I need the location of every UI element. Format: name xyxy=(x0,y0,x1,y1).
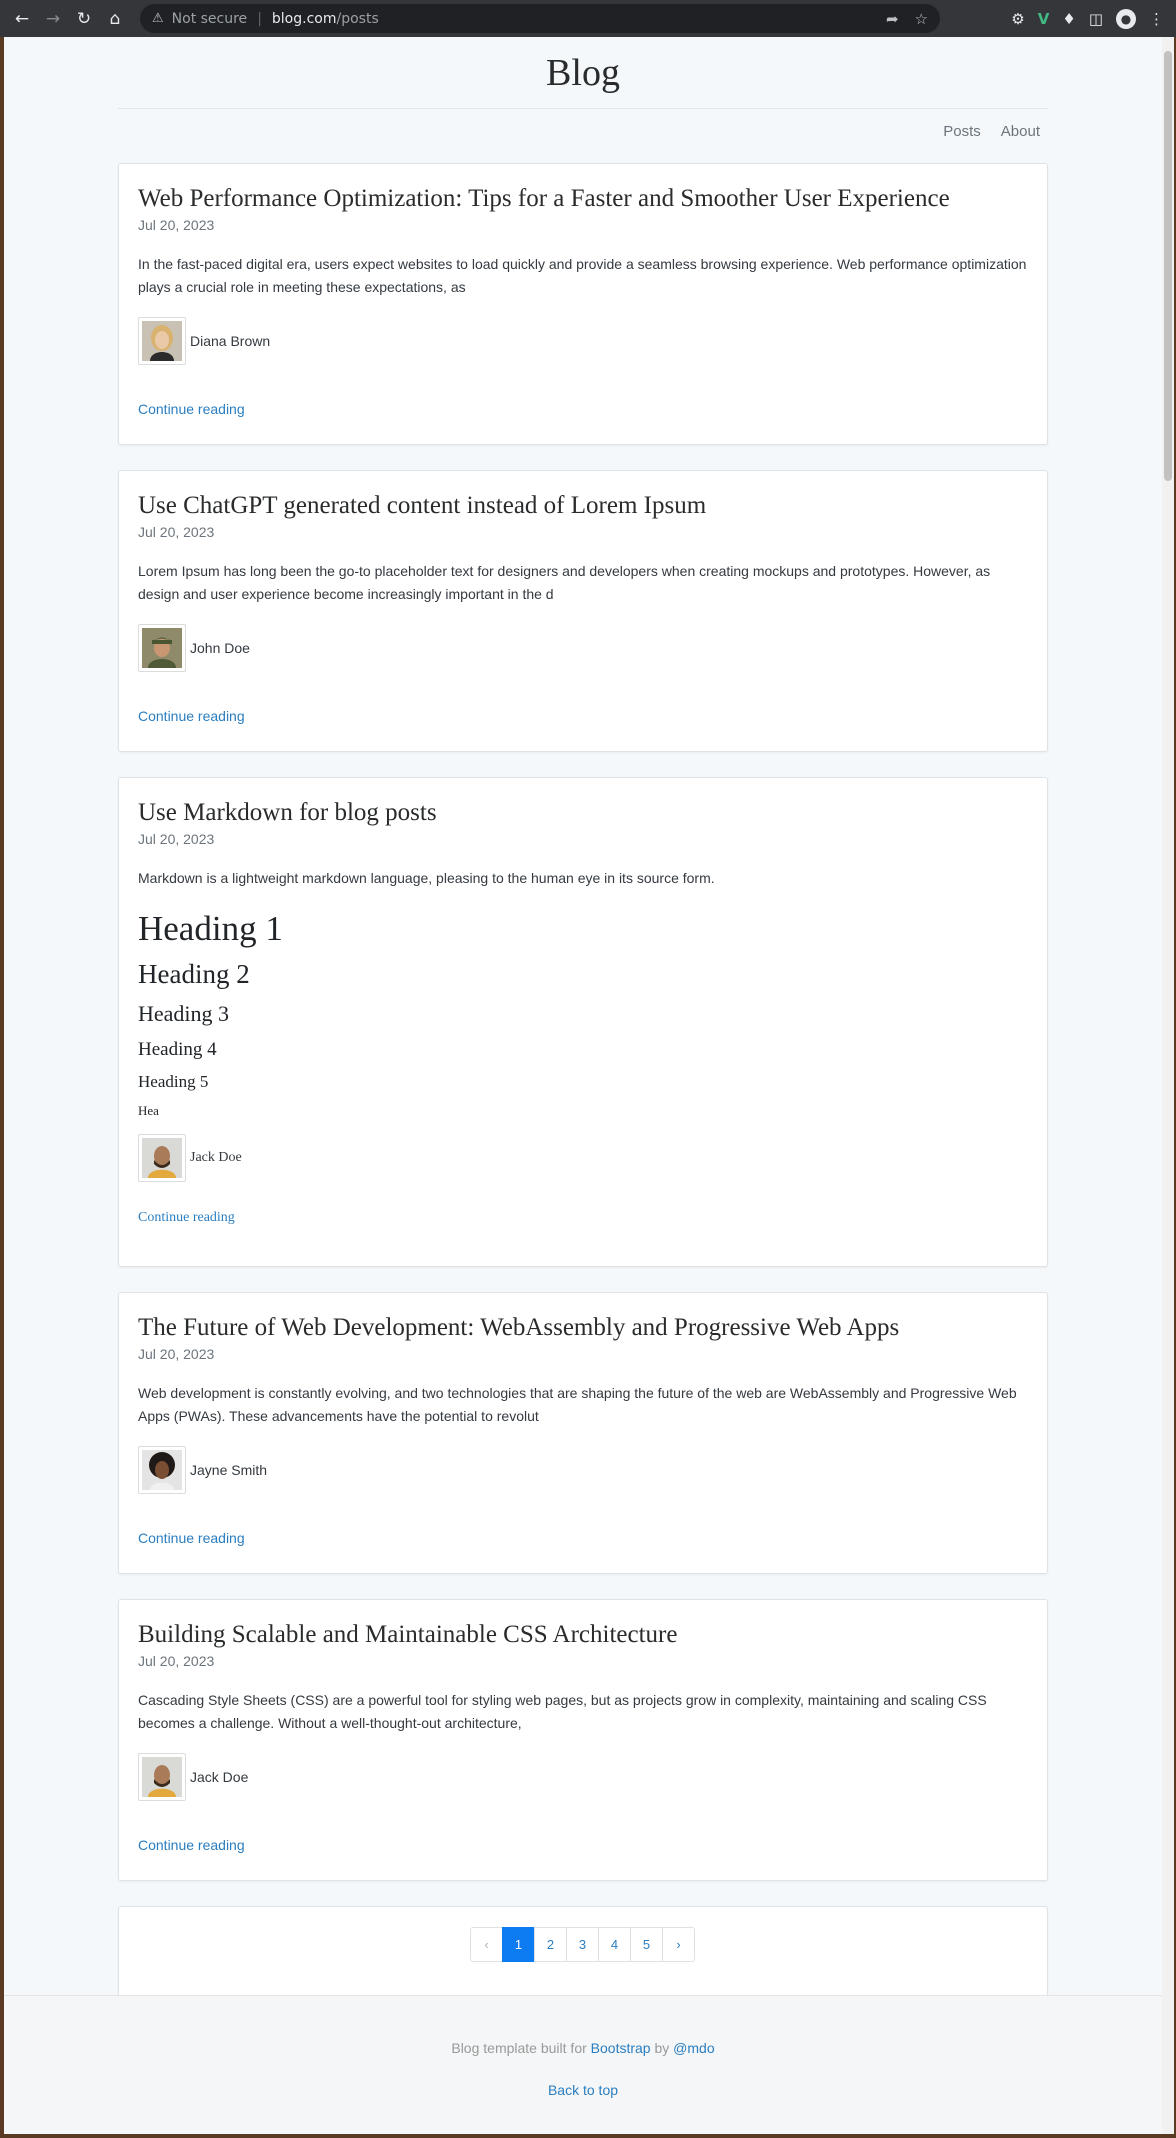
continue-reading-link[interactable]: Continue reading xyxy=(138,1530,245,1546)
post-card: Web Performance Optimization: Tips for a… xyxy=(118,163,1048,445)
author-name: Jack Doe xyxy=(190,1150,242,1165)
markdown-heading-4: Heading 4 xyxy=(138,1039,217,1060)
author-photo-icon xyxy=(142,321,182,361)
footer-credit-by: by xyxy=(654,2040,670,2056)
reload-icon[interactable]: ↻ xyxy=(70,5,98,33)
post-author: Jack Doe xyxy=(138,1753,1028,1801)
post-author: Jack Doe xyxy=(138,1134,1028,1182)
post-date: Jul 20, 2023 xyxy=(138,524,215,540)
author-name: John Doe xyxy=(190,640,250,656)
post-card: The Future of Web Development: WebAssemb… xyxy=(118,1292,1048,1574)
author-name: Jack Doe xyxy=(190,1769,249,1785)
pagination-page-1[interactable]: 1 xyxy=(502,1927,535,1962)
post-author: Diana Brown xyxy=(138,317,1028,365)
pagination-card: ‹ 1 2 3 4 5 › xyxy=(118,1906,1048,1999)
menu-kebab-icon[interactable]: ⋮ xyxy=(1149,10,1164,28)
author-photo-icon xyxy=(142,1450,182,1490)
markdown-content: Heading 1 Heading 2 Heading 3 Heading 4 … xyxy=(138,904,1028,1124)
blog-header: Blog xyxy=(118,37,1048,109)
author-avatar xyxy=(138,317,186,365)
author-avatar xyxy=(138,1446,186,1494)
pagination: ‹ 1 2 3 4 5 › xyxy=(470,1927,695,1962)
pagination-page-3[interactable]: 3 xyxy=(566,1927,599,1962)
post-date: Jul 20, 2023 xyxy=(138,217,215,233)
pagination-prev-button[interactable]: ‹ xyxy=(470,1927,503,1962)
post-card: Use Markdown for blog posts Jul 20, 2023… xyxy=(118,777,1048,1267)
page-viewport: Blog Posts About Web Performance Optimiz… xyxy=(4,37,1162,2134)
continue-reading-link[interactable]: Continue reading xyxy=(138,1837,245,1853)
url-host: blog.com xyxy=(271,10,337,27)
back-to-top-link[interactable]: Back to top xyxy=(548,2082,618,2098)
footer-bootstrap-link[interactable]: Bootstrap xyxy=(591,2040,651,2056)
post-card: Use ChatGPT generated content instead of… xyxy=(118,470,1048,752)
nav-link-about[interactable]: About xyxy=(1001,123,1040,163)
post-author: Jayne Smith xyxy=(138,1446,1028,1494)
extensions-puzzle-icon[interactable]: ♦ xyxy=(1062,10,1075,28)
pagination-next-button[interactable]: › xyxy=(662,1927,695,1962)
post-excerpt: Cascading Style Sheets (CSS) are a power… xyxy=(138,1692,987,1731)
author-name: Jayne Smith xyxy=(190,1462,268,1478)
security-label: Not secure xyxy=(171,10,248,27)
browser-toolbar: ← → ↻ ⌂ ⚠ Not secure | blog.com/posts ➦ … xyxy=(0,0,1176,37)
post-date: Jul 20, 2023 xyxy=(138,831,215,847)
footer-mdo-link[interactable]: @mdo xyxy=(673,2040,714,2056)
blog-container: Blog Posts About Web Performance Optimiz… xyxy=(118,37,1048,1999)
markdown-heading-1: Heading 1 xyxy=(138,909,283,948)
markdown-heading-2: Heading 2 xyxy=(138,959,250,989)
back-arrow-icon[interactable]: ← xyxy=(8,5,36,33)
forward-arrow-icon[interactable]: → xyxy=(39,5,67,33)
nav-link-posts[interactable]: Posts xyxy=(943,123,981,163)
post-title[interactable]: Building Scalable and Maintainable CSS A… xyxy=(138,1620,1028,1650)
author-avatar xyxy=(138,624,186,672)
vue-devtools-icon[interactable]: V xyxy=(1038,10,1050,28)
author-name: Diana Brown xyxy=(190,333,271,349)
post-title[interactable]: The Future of Web Development: WebAssemb… xyxy=(138,1313,1028,1343)
post-date: Jul 20, 2023 xyxy=(138,1346,215,1362)
warning-icon: ⚠ xyxy=(152,11,164,26)
post-date: Jul 20, 2023 xyxy=(138,1653,215,1669)
post-title[interactable]: Web Performance Optimization: Tips for a… xyxy=(138,184,1028,214)
author-avatar xyxy=(138,1753,186,1801)
blog-title: Blog xyxy=(546,52,620,94)
post-author: John Doe xyxy=(138,624,1028,672)
share-icon[interactable]: ➦ xyxy=(886,10,899,28)
profile-icon[interactable]: ● xyxy=(1116,8,1136,29)
address-bar[interactable]: ⚠ Not secure | blog.com/posts ➦ ☆ xyxy=(140,4,940,33)
url-path: /posts xyxy=(336,10,379,27)
post-excerpt: Markdown is a lightweight markdown langu… xyxy=(138,870,715,886)
author-photo-icon xyxy=(142,1138,182,1178)
post-excerpt: Lorem Ipsum has long been the go-to plac… xyxy=(138,563,991,602)
continue-reading-link[interactable]: Continue reading xyxy=(138,708,245,724)
post-title[interactable]: Use Markdown for blog posts xyxy=(138,798,1028,828)
markdown-heading-6: Hea xyxy=(138,1103,159,1118)
post-excerpt: In the fast-paced digital era, users exp… xyxy=(138,256,1027,295)
author-avatar xyxy=(138,1134,186,1182)
bookmark-star-icon[interactable]: ☆ xyxy=(915,10,928,28)
pagination-page-4[interactable]: 4 xyxy=(598,1927,631,1962)
footer-credit: Blog template built for Bootstrap by @md… xyxy=(4,2040,1162,2056)
markdown-heading-3: Heading 3 xyxy=(138,1001,230,1026)
footer-credit-prefix: Blog template built for xyxy=(451,2040,587,2056)
post-title[interactable]: Use ChatGPT generated content instead of… xyxy=(138,491,1028,521)
home-icon[interactable]: ⌂ xyxy=(101,5,129,33)
post-card: Building Scalable and Maintainable CSS A… xyxy=(118,1599,1048,1881)
author-photo-icon xyxy=(142,1757,182,1797)
author-photo-icon xyxy=(142,628,182,668)
pagination-page-2[interactable]: 2 xyxy=(534,1927,567,1962)
page-scrollbar[interactable] xyxy=(1162,37,1174,2134)
scrollbar-thumb[interactable] xyxy=(1164,51,1172,481)
continue-reading-link[interactable]: Continue reading xyxy=(138,1210,235,1226)
side-panel-icon[interactable]: ◫ xyxy=(1089,10,1103,28)
continue-reading-link[interactable]: Continue reading xyxy=(138,401,245,417)
post-excerpt: Web development is constantly evolving, … xyxy=(138,1385,1017,1424)
omnibox-divider: | xyxy=(257,10,262,27)
extension-gear-icon[interactable]: ⚙ xyxy=(1011,10,1024,28)
blog-nav: Posts About xyxy=(118,109,1048,163)
blog-footer: Blog template built for Bootstrap by @md… xyxy=(4,1995,1162,2134)
pagination-page-5[interactable]: 5 xyxy=(630,1927,663,1962)
markdown-heading-5: Heading 5 xyxy=(138,1072,209,1091)
